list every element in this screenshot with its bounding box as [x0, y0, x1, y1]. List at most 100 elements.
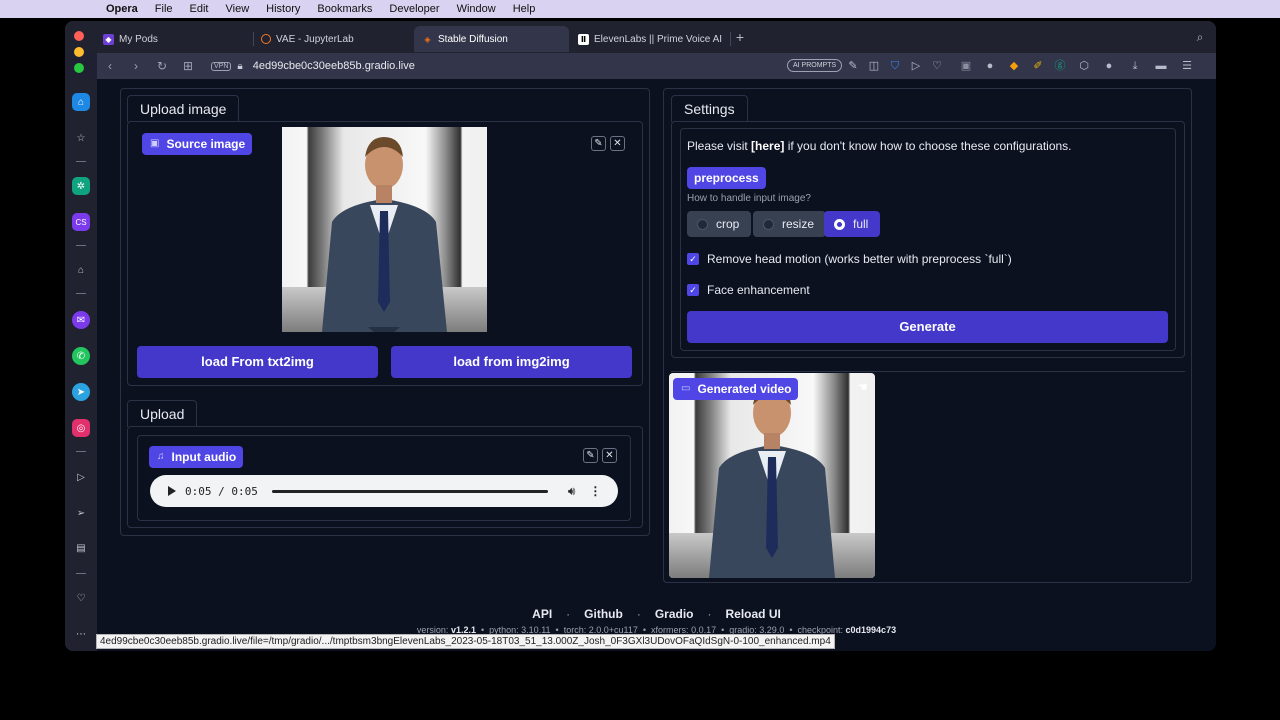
clear-audio-button[interactable]: ✕ — [602, 448, 617, 463]
forward-icon[interactable]: › — [123, 59, 149, 73]
checkmark-icon: ✓ — [687, 253, 699, 265]
tab-upload-image[interactable]: Upload image — [127, 95, 240, 122]
footer-link-api[interactable]: API — [532, 607, 552, 621]
ai-prompts-button[interactable]: AI PROMPTS — [787, 59, 843, 72]
menu-developer[interactable]: Developer — [389, 3, 439, 15]
sidebar-divider — [76, 161, 86, 162]
shopping-bag-icon[interactable]: ⌂ — [72, 261, 90, 279]
whatsapp-icon[interactable]: ✆ — [72, 347, 90, 365]
minimize-window-button[interactable] — [74, 47, 84, 57]
elevenlabs-icon: Ⅱ — [578, 33, 589, 45]
chatsonic-icon[interactable]: CS — [72, 213, 90, 231]
here-link[interactable]: [here] — [751, 139, 784, 153]
new-tab-icon[interactable]: + — [731, 28, 749, 46]
shield-icon[interactable]: ⛉ — [886, 57, 904, 75]
radio-full[interactable]: full — [824, 211, 881, 237]
load-from-img2img-button[interactable]: load from img2img — [391, 346, 632, 378]
footer-link-reload-ui[interactable]: Reload UI — [726, 607, 781, 621]
menu-app-opera[interactable]: Opera — [106, 3, 138, 15]
audio-player: 0:05 / 0:05 🔊︎ ⋮ — [150, 475, 618, 507]
radio-circle — [697, 218, 708, 230]
volume-icon[interactable]: 🔊︎ — [568, 484, 576, 499]
search-tabs-icon[interactable]: ⌕ — [1191, 28, 1209, 46]
extension-icon[interactable]: ▣ — [957, 57, 975, 75]
generate-button[interactable]: Generate — [687, 311, 1168, 343]
reload-icon[interactable]: ↻ — [149, 59, 175, 73]
url-field[interactable]: 4ed99cbe0c30eeb85b.gradio.live — [253, 60, 415, 72]
battery-icon[interactable]: ▬ — [1152, 57, 1170, 75]
link-status-bar: 4ed99cbe0c30eeb85b.gradio.live/file=/tmp… — [96, 634, 835, 649]
more-icon[interactable]: ⋯ — [72, 625, 90, 643]
sidebar-divider — [76, 293, 86, 294]
wallet-icon[interactable]: ▤ — [72, 539, 90, 557]
radio-resize[interactable]: resize — [753, 211, 827, 237]
menu-edit[interactable]: Edit — [190, 3, 209, 15]
vpn-badge[interactable]: VPN — [211, 61, 232, 71]
footer-link-github[interactable]: Github — [584, 607, 623, 621]
remove-head-motion-checkbox[interactable]: ✓ Remove head motion (works better with p… — [687, 252, 1012, 266]
radio-circle — [763, 218, 774, 230]
send-icon[interactable]: ▷ — [907, 57, 925, 75]
menu-help[interactable]: Help — [513, 3, 536, 15]
close-window-button[interactable] — [74, 31, 84, 41]
telegram-icon[interactable]: ➤ — [72, 383, 90, 401]
sidebar-divider — [76, 451, 86, 452]
load-from-txt2img-button[interactable]: load From txt2img — [137, 346, 378, 378]
footer-link-gradio[interactable]: Gradio — [655, 607, 694, 621]
tab-my-pods[interactable]: ◆ My Pods — [95, 26, 247, 52]
clear-image-button[interactable]: ✕ — [610, 136, 625, 151]
zoom-window-button[interactable] — [74, 63, 84, 73]
edit-audio-button[interactable]: ✎ — [583, 448, 598, 463]
easy-setup-icon[interactable]: ☰ — [1178, 57, 1196, 75]
radio-crop[interactable]: crop — [687, 211, 752, 237]
back-icon[interactable]: ‹ — [97, 59, 123, 73]
gradio-icon: ◈ — [424, 34, 431, 44]
checkmark-icon: ✓ — [687, 284, 699, 296]
tab-stable-diffusion[interactable]: ◈ Stable Diffusion — [414, 26, 569, 52]
more-options-icon[interactable]: ⋮ — [589, 484, 601, 498]
player-icon[interactable]: ▷ — [72, 468, 90, 486]
runpod-icon: ◆ — [103, 33, 114, 45]
source-image[interactable] — [282, 127, 487, 332]
heart-icon[interactable]: ♡ — [72, 589, 90, 607]
tab-grid-icon[interactable]: ⊞ — [175, 59, 201, 73]
audio-progress-track[interactable] — [271, 489, 548, 493]
person-figure — [322, 137, 447, 332]
pen-extension-icon[interactable]: ✐ — [1029, 57, 1047, 75]
play-icon[interactable] — [168, 486, 176, 496]
grammarly-icon[interactable]: ⓖ — [1051, 57, 1069, 75]
audio-time: 0:05 / 0:05 — [185, 484, 258, 498]
messenger-icon[interactable]: ✉ — [72, 311, 90, 329]
edit-image-button[interactable]: ✎ — [591, 136, 606, 151]
sidebar-divider — [76, 245, 86, 246]
face-enhancement-checkbox[interactable]: ✓ Face enhancement — [687, 283, 810, 297]
menu-view[interactable]: View — [226, 3, 250, 15]
opera-sidebar: ⌂ ☆ ✲ CS ⌂ ✉ ✆ ➤ ◎ ▷ ➢ ▤ ♡ ⋯ — [65, 79, 97, 651]
heart-icon[interactable]: ♡ — [928, 57, 946, 75]
menu-history[interactable]: History — [266, 3, 300, 15]
menu-file[interactable]: File — [155, 3, 173, 15]
tab-upload[interactable]: Upload — [127, 400, 198, 427]
tab-jupyterlab[interactable]: VAE - JupyterLab — [253, 26, 413, 52]
chatgpt-icon[interactable]: ✲ — [72, 177, 90, 195]
download-icon[interactable]: ⤓ — [1126, 57, 1144, 75]
person-figure — [709, 385, 835, 578]
instagram-icon[interactable]: ◎ — [72, 419, 90, 437]
star-icon[interactable]: ☆ — [72, 129, 90, 147]
metamask-icon[interactable]: ◆ — [1005, 57, 1023, 75]
camera-icon[interactable]: ◫ — [865, 57, 883, 75]
pencil-icon[interactable]: ✎ — [844, 57, 862, 75]
tab-elevenlabs[interactable]: Ⅱ ElevenLabs || Prime Voice AI — [570, 26, 730, 52]
avatar-icon[interactable]: ● — [1100, 57, 1118, 75]
extension-icon[interactable]: ● — [981, 57, 999, 75]
send-icon[interactable]: ➢ — [72, 504, 90, 522]
generated-video[interactable]: ▭ Generated video ☚ — [669, 373, 875, 578]
footer-links: API · Github · Gradio · Reload UI — [532, 607, 781, 621]
cube-icon[interactable]: ⬡ — [1075, 57, 1093, 75]
menu-bookmarks[interactable]: Bookmarks — [317, 3, 372, 15]
menu-window[interactable]: Window — [457, 3, 496, 15]
divider — [671, 371, 1185, 372]
macos-menubar: Opera File Edit View History Bookmarks D… — [0, 0, 1280, 18]
tab-settings[interactable]: Settings — [671, 95, 748, 122]
home-icon[interactable]: ⌂ — [72, 93, 90, 111]
